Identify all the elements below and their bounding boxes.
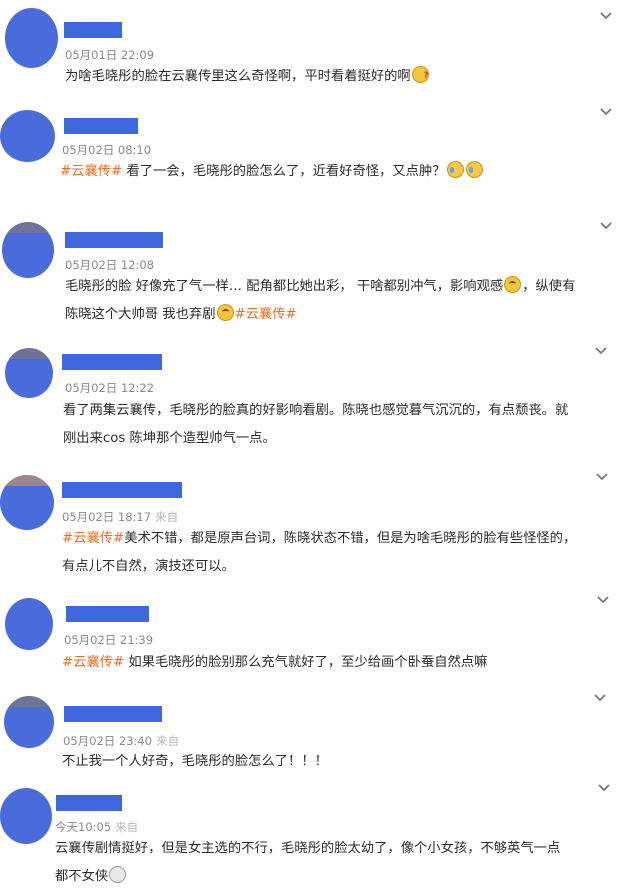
chevron-down-icon[interactable] (595, 592, 611, 608)
chevron-down-icon[interactable] (593, 343, 609, 359)
comment-item: 05月01日 22:09 为啥毛晓彤的脸在云襄传里这么奇怪啊，平时看着挺好的啊 (0, 0, 620, 100)
comment-item: 05月02日 21:39 #云襄传# 如果毛晓彤的脸别那么充气就好了，至少给画个… (0, 590, 620, 690)
comment-line: #云襄传#美术不错，都是原声台词，陈晓状态不错，但是为啥毛晓彤的脸有些怪怪的， (62, 525, 576, 553)
comment-text: #云襄传# 如果毛晓彤的脸别那么充气就好了，至少给画个卧蚕自然点嘛 (62, 649, 487, 677)
comment-line: 都不女侠 (55, 863, 560, 891)
chevron-down-icon[interactable] (598, 8, 614, 24)
comment-line: 不止我一个人好奇，毛晓彤的脸怎么了！！！ (62, 748, 328, 776)
comment-timestamp: 05月02日 23:40 来自 (63, 734, 180, 748)
comment-text: #云襄传# 看了一会，毛晓彤的脸怎么了，近看好奇怪，又点肿？ (60, 158, 484, 186)
comment-text-run: 美术不错，都是原声台词，陈晓状态不错，但是为啥毛晓彤的脸有些怪怪的， (124, 531, 577, 546)
username-redacted[interactable] (64, 706, 162, 722)
comment-text-run: ，纵使有 (522, 279, 576, 294)
comment-line: 为啥毛晓彤的脸在云襄传里这么奇怪啊，平时看着挺好的啊 (65, 62, 430, 91)
comment-line: 云襄传剧情挺好，但是女主选的不行，毛晓彤的脸太幼了，像个小女孩，不够英气一点 (55, 835, 560, 863)
confused-face-icon (411, 62, 429, 90)
comment-line: 刚出来cos 陈坤那个造型帅气一点。 (63, 425, 568, 453)
comment-item: 05月02日 23:40 来自 不止我一个人好奇，毛晓彤的脸怎么了！！！ (0, 690, 620, 785)
frowning-face-icon (216, 304, 234, 321)
comment-timestamp: 05月02日 21:39 (64, 633, 154, 647)
comment-text-run: 刚出来cos 陈坤那个造型帅气一点。 (63, 431, 276, 446)
avatar[interactable] (4, 696, 54, 748)
comment-text-run: 都不女侠 (55, 869, 109, 884)
comment-text: 云襄传剧情挺好，但是女主选的不行，毛晓彤的脸太幼了，像个小女孩，不够英气一点 都不… (55, 835, 560, 891)
avatar[interactable] (0, 475, 54, 530)
comment-text-run: 如果毛晓彤的脸别那么充气就好了，至少给画个卧蚕自然点嘛 (124, 655, 488, 670)
comment-timestamp: 05月02日 12:08 (65, 258, 155, 272)
comment-text: 看了两集云襄传，毛晓彤的脸真的好影响看剧。陈晓也感觉暮气沉沉的，有点颓丧。就 刚出… (63, 397, 568, 453)
hashtag-link[interactable]: #云襄传# (235, 307, 297, 322)
avatar[interactable] (5, 348, 53, 398)
username-redacted[interactable] (62, 482, 182, 498)
comment-item: 05月02日 18:17 来自 #云襄传#美术不错，都是原声台词，陈晓状态不错，但… (0, 465, 620, 590)
hashtag-link[interactable]: #云襄传# (62, 655, 124, 670)
comment-item: 05月02日 12:08 毛晓彤的脸 好像充了气一样… 配角都比她出彩， 干啥都… (0, 210, 620, 340)
chevron-down-icon[interactable] (596, 780, 612, 796)
comment-text-run: 不止我一个人好奇，毛晓彤的脸怎么了！！！ (62, 754, 328, 769)
comment-timestamp: 05月01日 22:09 (65, 48, 155, 62)
chevron-down-icon[interactable] (592, 690, 608, 706)
chevron-down-icon[interactable] (594, 469, 610, 485)
comment-item: 05月02日 12:22 看了两集云襄传，毛晓彤的脸真的好影响看剧。陈晓也感觉暮… (0, 340, 620, 465)
avatar[interactable] (2, 222, 54, 278)
comment-text-run: 看了一会，毛晓彤的脸怎么了，近看好奇怪，又点肿？ (122, 164, 446, 179)
comment-timestamp: 05月02日 18:17 来自 (62, 510, 179, 524)
comment-line: 毛晓彤的脸 好像充了气一样… 配角都比她出彩， 干啥都别冲气，影响观感 ，纵使有 (65, 273, 575, 301)
comment-text-run: 毛晓彤的脸 好像充了气一样… 配角都比她出彩， 干啥都别冲气，影响观感 (65, 279, 504, 294)
comment-text: 为啥毛晓彤的脸在云襄传里这么奇怪啊，平时看着挺好的啊 (65, 62, 430, 91)
comment-timestamp: 05月02日 08:10 (62, 143, 152, 157)
comment-text-run: 陈晓这个大帅哥 我也弃剧 (65, 307, 216, 322)
avatar[interactable] (5, 8, 58, 68)
hashtag-link[interactable]: #云襄传# (60, 164, 122, 179)
comment-text-run: 云襄传剧情挺好，但是女主选的不行，毛晓彤的脸太幼了，像个小女孩，不够英气一点 (55, 841, 561, 856)
avatar[interactable] (0, 788, 52, 844)
comment-text: #云襄传#美术不错，都是原声台词，陈晓状态不错，但是为啥毛晓彤的脸有些怪怪的， 有… (62, 525, 576, 581)
avatar[interactable] (0, 110, 55, 162)
comment-text-run: 为啥毛晓彤的脸在云襄传里这么奇怪啊，平时看着挺好的啊 (65, 69, 411, 84)
hashtag-link[interactable]: #云襄传# (62, 531, 124, 546)
username-redacted[interactable] (64, 118, 138, 134)
comment-text: 不止我一个人好奇，毛晓彤的脸怎么了！！！ (62, 748, 328, 776)
comment-line: 看了两集云襄传，毛晓彤的脸真的好影响看剧。陈晓也感觉暮气沉沉的，有点颓丧。就 (63, 397, 568, 425)
chevron-down-icon[interactable] (598, 104, 614, 120)
chevron-down-icon[interactable] (598, 218, 614, 234)
username-redacted[interactable] (65, 232, 163, 248)
comment-text-run: 有点儿不自然，演技还可以。 (62, 559, 235, 574)
comment-text-run: 看了两集云襄传，毛晓彤的脸真的好影响看剧。陈晓也感觉暮气沉沉的，有点颓丧。就 (63, 403, 569, 418)
frowning-face-icon (504, 276, 522, 293)
comment-timestamp: 05月02日 12:22 (65, 381, 155, 395)
username-redacted[interactable] (66, 606, 149, 622)
comment-line: #云襄传# 如果毛晓彤的脸别那么充气就好了，至少给画个卧蚕自然点嘛 (62, 649, 487, 677)
comment-line: 有点儿不自然，演技还可以。 (62, 553, 576, 581)
avatar[interactable] (5, 598, 53, 650)
comment-text: 毛晓彤的脸 好像充了气一样… 配角都比她出彩， 干啥都别冲气，影响观感 ，纵使有陈… (65, 273, 575, 329)
crying-laughing-face-icon (446, 161, 464, 178)
shocked-face-icon (109, 866, 127, 883)
username-redacted[interactable] (64, 22, 122, 38)
comment-item: 今天10:05 来自 云襄传剧情挺好，但是女主选的不行，毛晓彤的脸太幼了，像个小女… (0, 780, 620, 892)
comment-timestamp: 今天10:05 来自 (55, 820, 139, 834)
comment-line: #云襄传# 看了一会，毛晓彤的脸怎么了，近看好奇怪，又点肿？ (60, 158, 484, 186)
comment-line: 陈晓这个大帅哥 我也弃剧 #云襄传# (65, 301, 575, 329)
username-redacted[interactable] (56, 795, 122, 811)
crying-laughing-face-icon (465, 161, 483, 178)
comment-item: 05月02日 08:10 #云襄传# 看了一会，毛晓彤的脸怎么了，近看好奇怪，又… (0, 100, 620, 210)
username-redacted[interactable] (62, 354, 162, 370)
